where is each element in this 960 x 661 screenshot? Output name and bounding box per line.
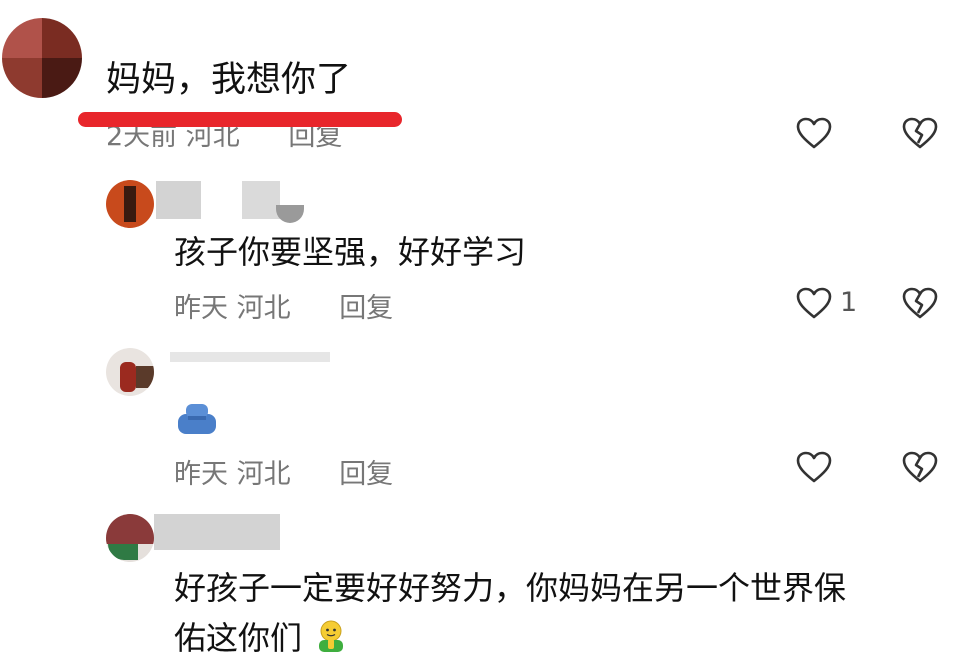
comment-text: 佑这你们 — [174, 616, 348, 660]
nickname-masked — [242, 181, 280, 219]
like-button[interactable] — [794, 113, 834, 153]
nickname-masked — [154, 514, 280, 550]
comment-time: 昨天 — [174, 293, 228, 324]
reply-button[interactable]: 回复 — [339, 293, 393, 324]
comment-location: 河北 — [236, 293, 291, 324]
comment-text: 孩子你要坚强，好好学习 — [174, 233, 527, 271]
blue-hands-sticker-icon — [178, 404, 216, 434]
dislike-button[interactable] — [900, 113, 940, 153]
heart-outline-icon — [796, 117, 832, 149]
avatar[interactable] — [106, 348, 154, 396]
like-button[interactable] — [794, 447, 834, 487]
comment-text: 好孩子一定要好好努力，你妈妈在另一个世界保 — [174, 569, 847, 607]
avatar[interactable] — [106, 514, 154, 562]
like-button[interactable] — [794, 283, 834, 323]
nickname-masked — [170, 352, 330, 362]
broken-heart-icon — [902, 117, 938, 149]
broken-heart-icon — [902, 287, 938, 319]
comment-text: 妈妈，我想你了 — [106, 60, 352, 100]
dislike-button[interactable] — [900, 283, 940, 323]
highlight-underline — [78, 112, 402, 127]
comment-time: 昨天 — [174, 459, 228, 490]
sticker-image — [176, 402, 218, 440]
like-count: 1 — [840, 287, 858, 318]
comment-meta: 昨天 河北 回复 — [174, 286, 393, 325]
avatar[interactable] — [106, 180, 154, 228]
avatar[interactable] — [2, 18, 82, 98]
comment-meta: 昨天 河北 回复 — [174, 452, 393, 491]
broken-heart-icon — [902, 451, 938, 483]
heart-outline-icon — [796, 287, 832, 319]
reply-button[interactable]: 回复 — [339, 459, 393, 490]
praying-emoji-icon — [319, 620, 344, 652]
dislike-button[interactable] — [900, 447, 940, 487]
nickname-masked — [156, 181, 201, 219]
nickname-masked — [276, 205, 304, 223]
comment-text-line: 佑这你们 — [174, 619, 303, 657]
comment-location: 河北 — [236, 459, 291, 490]
heart-outline-icon — [796, 451, 832, 483]
